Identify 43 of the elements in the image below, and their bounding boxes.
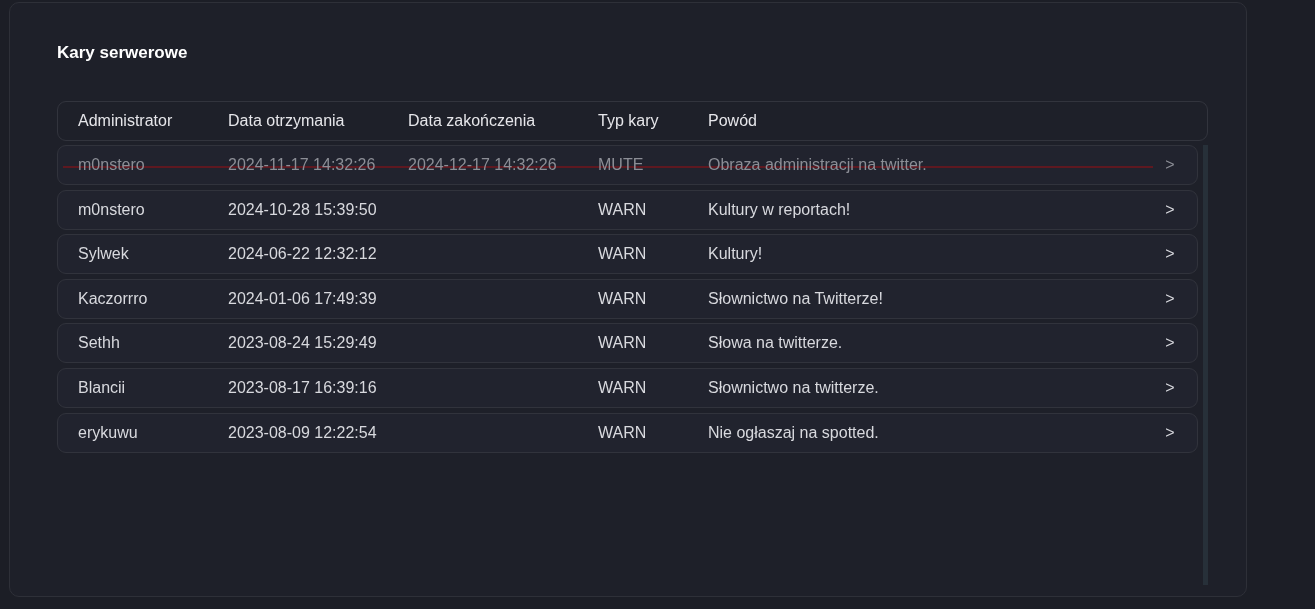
table-cell-text: 2023-08-17 16:39:16 <box>228 378 378 397</box>
table-cell-text: Kultury! <box>708 245 764 264</box>
table-cell-text: 2023-08-24 15:29:49 <box>228 334 378 353</box>
chevron-text: > <box>1165 423 1175 442</box>
table-cell-text: Słowa na twitterze. <box>708 334 844 353</box>
table-cell-text: 2024-10-28 15:39:50 <box>228 200 378 219</box>
column-header: Typ kary <box>598 112 660 130</box>
chevron-text: > <box>1165 378 1175 397</box>
table-cell-text: Nie ogłaszaj na spotted. <box>708 423 880 442</box>
table-cell-text: WARN <box>598 289 648 308</box>
table-cell-text: Słownictwo na Twitterze! <box>708 289 884 308</box>
table-cell-text: WARN <box>598 200 648 219</box>
table-cell-text: WARN <box>598 423 648 442</box>
table-cell-text: 2024-06-22 12:32:12 <box>228 245 378 264</box>
table-cell-text: m0nstero <box>78 200 146 219</box>
table-cell-text: WARN <box>598 245 648 264</box>
penalty-row[interactable]: erykuwu 2023-08-09 12:22:54 WARN Nie ogłaszaj na spotted. > <box>57 412 1198 453</box>
column-header: Administrator <box>78 112 174 130</box>
table-cell-text: Blancii <box>78 378 127 397</box>
table-cell-text: Kaczorrro <box>78 289 149 308</box>
chevron-text: > <box>1165 200 1175 219</box>
column-header: Data zakończenia <box>408 112 537 130</box>
penalty-row[interactable]: Kaczorrro 2024-01-06 17:49:39 WARN Słownictwo na Twitterze! > <box>57 278 1198 319</box>
chevron-text: > <box>1165 245 1175 264</box>
table-cell-text: 2023-08-09 12:22:54 <box>228 423 378 442</box>
column-header: Data otrzymania <box>228 112 346 130</box>
table-cell-text: Sylwek <box>78 245 130 264</box>
table-cell-text: Sethh <box>78 334 121 353</box>
section-title: Kary serwerowe <box>57 43 189 64</box>
penalty-row[interactable]: Sylwek 2024-06-22 12:32:12 WARN Kultury! > <box>57 234 1198 275</box>
chevron-text: > <box>1165 289 1175 308</box>
table-cell-text: WARN <box>598 334 648 353</box>
table-cell-text: WARN <box>598 378 648 397</box>
column-header: Powód <box>708 112 758 130</box>
table-cell-text: Kultury w reportach! <box>708 200 852 219</box>
penalty-row[interactable]: Sethh 2023-08-24 15:29:49 WARN Słowa na twitterze. > <box>57 323 1198 364</box>
table-cell-text: erykuwu <box>78 423 139 442</box>
penalty-row[interactable]: Blancii 2023-08-17 16:39:16 WARN Słownictwo na twitterze. > <box>57 367 1198 408</box>
chevron-text: > <box>1165 334 1175 353</box>
table-cell-text: Słownictwo na twitterze. <box>708 378 880 397</box>
penalty-row[interactable]: m0nstero 2024-10-28 15:39:50 WARN Kultury w reportach! > <box>57 189 1198 230</box>
table-cell-text: 2024-01-06 17:49:39 <box>228 289 378 308</box>
chevron-text: > <box>1165 156 1175 174</box>
